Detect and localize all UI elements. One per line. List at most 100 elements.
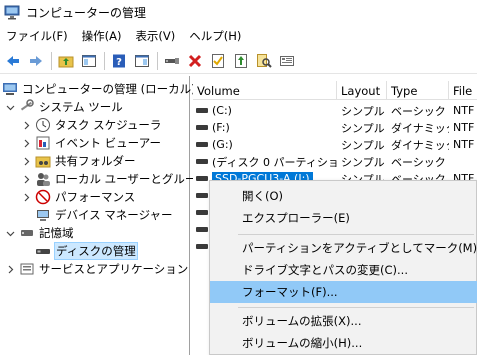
drive-icon [196,244,208,249]
tree-shared-folders-label: 共有フォルダー [55,154,136,168]
column-filesystem[interactable]: File [449,81,477,100]
connect-icon[interactable] [161,50,183,72]
tree-performance-label: パフォーマンス [55,190,136,204]
tree-task-scheduler-label: タスク スケジューラ [55,118,162,132]
tree-shared-folders[interactable]: 共有フォルダー [20,152,136,170]
drive-icon [196,142,208,147]
chevron-right-icon[interactable] [20,191,32,203]
volume-name: (C:) [212,104,232,117]
chevron-right-icon[interactable] [20,137,32,149]
chevron-down-icon[interactable] [4,227,16,239]
tree-event-viewer[interactable]: イベント ビューアー [20,134,161,152]
export-icon[interactable] [230,50,252,72]
console-icon[interactable] [276,50,298,72]
search-icon[interactable] [253,50,275,72]
drive-icon [196,159,208,164]
volume-name: (F:) [212,121,230,134]
drive-icon [196,227,208,232]
tree-task-scheduler[interactable]: タスク スケジューラ [20,116,161,134]
menu-view[interactable]: 表示(V) [129,28,181,44]
tree-local-users-label: ローカル ユーザーとグループ [55,172,208,186]
users-icon [37,173,50,186]
event-viewer-icon [36,136,50,150]
performance-icon [35,189,51,205]
chevron-down-icon[interactable] [4,101,16,113]
computer-management-icon [3,83,17,95]
tree-root[interactable]: コンピューターの管理 (ローカル) [2,80,196,98]
tree-device-manager[interactable]: デバイス マネージャー [35,206,173,224]
chevron-right-icon[interactable] [4,263,16,275]
drive-icon [196,176,208,181]
menu-help[interactable]: ヘルプ(H) [183,28,247,44]
table-row[interactable]: (ディスク 0 パーティション 3) シンプル ベーシック [193,153,477,170]
drive-icon [196,108,208,113]
tree-performance[interactable]: パフォーマンス [20,188,135,206]
volume-type: ベーシック [391,155,446,169]
tree-disk-management[interactable]: ディスクの管理 [35,242,138,260]
volume-layout: シンプル [341,138,385,152]
menu-separator [238,307,474,308]
volume-filesystem: NTF [453,104,475,117]
volume-layout: シンプル [341,155,385,169]
volume-filesystem: NTF [453,121,475,134]
title-bar: コンピューターの管理 [0,0,477,24]
column-layout[interactable]: Layout [337,81,387,100]
up-folder-icon[interactable] [55,50,77,72]
tree-system-tools-label: システム ツール [39,100,123,114]
menu-action[interactable]: 操作(A) [76,28,128,44]
show-pane-icon[interactable] [131,50,153,72]
menu-extend-volume[interactable]: ボリュームの拡張(X)... [210,310,477,332]
help-icon[interactable]: ? [108,50,130,72]
volume-filesystem [449,153,477,170]
drive-icon [196,210,208,215]
forward-arrow-icon[interactable] [25,50,47,72]
toolbar-separator [51,51,52,70]
column-type[interactable]: Type [387,81,449,100]
volume-name: (G:) [212,138,233,151]
chevron-right-icon[interactable] [20,119,32,131]
tree-storage[interactable]: 記憶域 [4,224,74,242]
volume-layout: シンプル [341,104,385,118]
show-tree-icon[interactable] [78,50,100,72]
chevron-right-icon[interactable] [20,155,32,167]
menu-change-drive-letter[interactable]: ドライブ文字とパスの変更(C)... [210,259,477,281]
window-title: コンピューターの管理 [26,5,147,20]
table-row[interactable]: (C:) シンプル ベーシック NTF [193,102,477,119]
check-properties-icon[interactable] [207,50,229,72]
computer-management-icon [4,5,20,20]
column-volume[interactable]: Volume [193,81,337,100]
console-tree: コンピューターの管理 (ローカル) システム ツール タスク スケジューラ イベ… [0,76,207,355]
shared-folder-icon [35,156,51,168]
menu-file[interactable]: ファイル(F) [0,28,74,44]
chevron-right-icon[interactable] [20,173,32,185]
tree-root-label: コンピューターの管理 (ローカル) [22,82,196,96]
menu-format[interactable]: フォーマット(F)... [210,281,477,303]
toolbar: ? [0,48,477,74]
table-row[interactable]: (G:) シンプル ダイナミック NTF [193,136,477,153]
drive-icon [196,125,208,130]
menu-shrink-volume[interactable]: ボリュームの縮小(H)... [210,332,477,354]
volume-layout: シンプル [341,121,385,135]
toolbar-separator [104,51,105,70]
volume-name: (ディスク 0 パーティション 3) [212,155,337,169]
tree-disk-management-label: ディスクの管理 [54,242,138,260]
disk-management-icon [36,249,50,254]
context-menu: 開く(O) エクスプローラー(E) パーティションをアクティブとしてマーク(M)… [209,180,477,355]
tree-storage-label: 記憶域 [39,226,74,240]
menu-open[interactable]: 開く(O) [210,185,477,207]
menu-bar: ファイル(F) 操作(A) 表示(V) ヘルプ(H) [0,26,477,46]
delete-icon[interactable] [184,50,206,72]
table-row[interactable]: (F:) シンプル ダイナミック NTF [193,119,477,136]
tree-system-tools[interactable]: システム ツール [4,98,123,116]
toolbar-separator [157,51,158,70]
tree-device-manager-label: デバイス マネージャー [55,208,173,222]
tree-local-users[interactable]: ローカル ユーザーとグループ [20,170,207,188]
drive-icon [196,193,208,198]
tools-icon [20,99,34,111]
menu-explore[interactable]: エクスプローラー(E) [210,207,477,229]
back-arrow-icon[interactable] [2,50,24,72]
device-manager-icon [37,210,49,221]
tree-services[interactable]: サービスとアプリケーション [4,260,188,278]
menu-separator [238,234,474,235]
menu-mark-active[interactable]: パーティションをアクティブとしてマーク(M) [210,237,477,259]
